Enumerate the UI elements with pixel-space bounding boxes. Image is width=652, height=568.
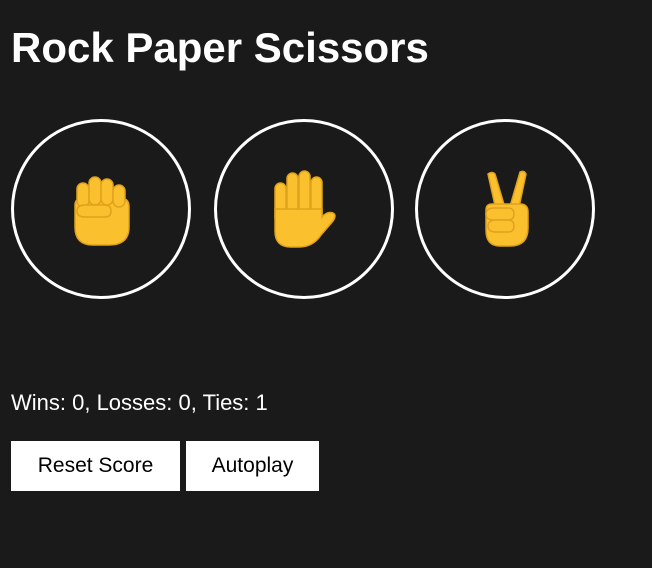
raised-hand-icon bbox=[269, 169, 339, 249]
paper-button[interactable] bbox=[214, 119, 394, 299]
raised-fist-icon bbox=[69, 171, 133, 247]
victory-hand-icon bbox=[478, 170, 532, 248]
scissors-button[interactable] bbox=[415, 119, 595, 299]
rock-button[interactable] bbox=[11, 119, 191, 299]
action-buttons: Reset Score Autoplay bbox=[11, 441, 319, 491]
autoplay-button[interactable]: Autoplay bbox=[186, 441, 319, 491]
page-title: Rock Paper Scissors bbox=[11, 24, 429, 71]
move-buttons bbox=[11, 119, 595, 299]
reset-score-button[interactable]: Reset Score bbox=[11, 441, 180, 491]
score-text: Wins: 0, Losses: 0, Ties: 1 bbox=[11, 390, 268, 415]
